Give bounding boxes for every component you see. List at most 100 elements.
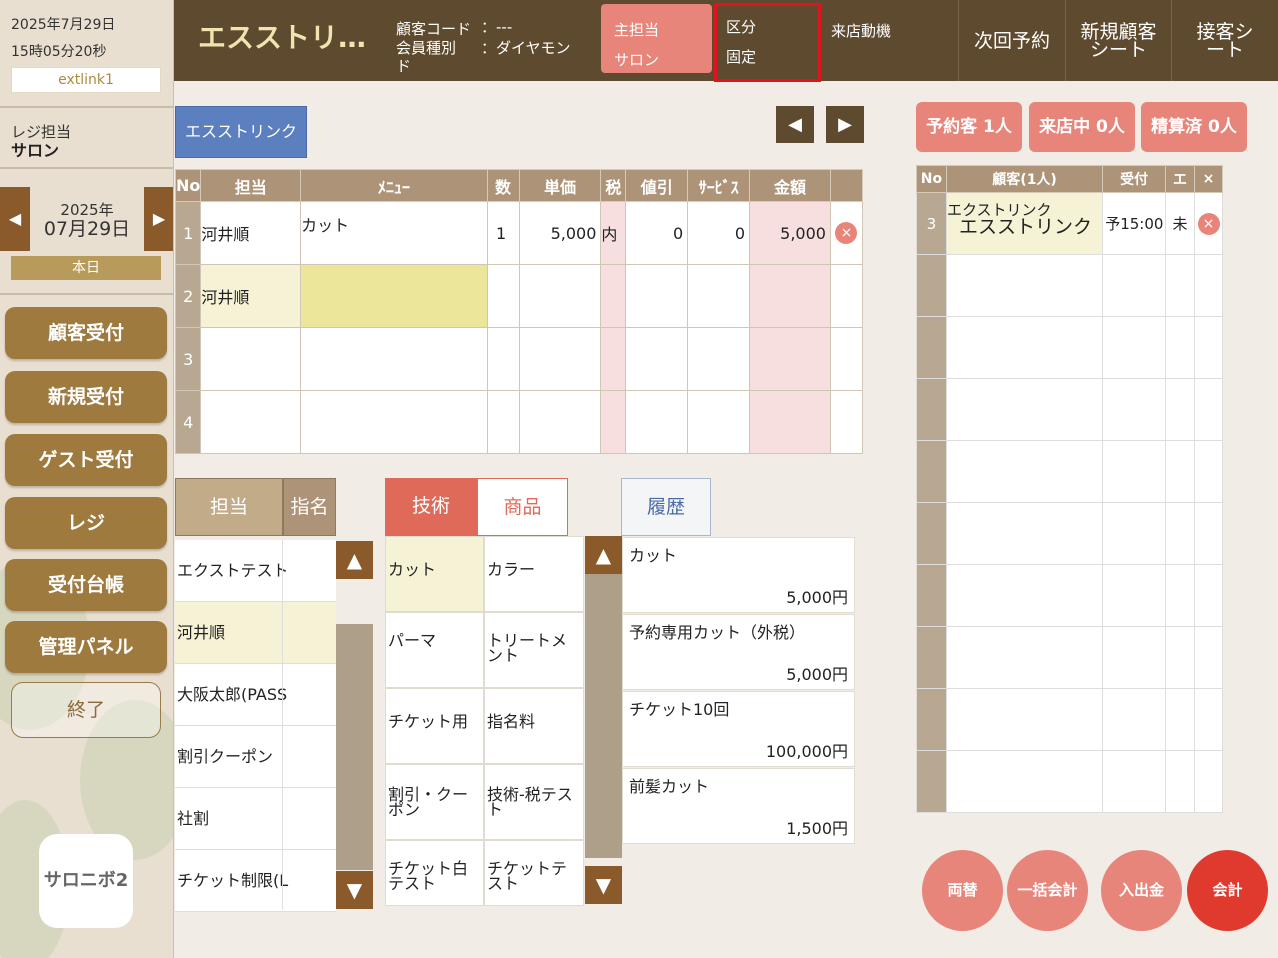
in-store-count-badge[interactable]: 来店中 0人 [1029, 102, 1135, 152]
row-price[interactable] [518, 264, 602, 328]
row-menu[interactable] [300, 264, 488, 328]
exchange-button[interactable]: 両替 [922, 850, 1003, 931]
row-tax[interactable] [600, 327, 627, 391]
menu-item[interactable]: 技術-税テスト [484, 764, 584, 840]
settled-count-badge[interactable]: 精算済 0人 [1141, 102, 1247, 152]
row-service[interactable]: 0 [687, 201, 751, 265]
row-menu[interactable]: カット [300, 201, 488, 265]
menu-item[interactable]: チケット用 [385, 688, 484, 764]
queue-row-customer[interactable]: エクストリンク エスストリンク [945, 192, 1104, 255]
row-qty[interactable] [486, 264, 520, 328]
history-item[interactable]: 予約専用カット（外税） 5,000円 [622, 614, 855, 690]
menu-scroll-down-button[interactable]: ▼ [585, 866, 622, 904]
menu-scrollbar[interactable] [585, 574, 622, 858]
customer-reception-button[interactable]: 顧客受付 [5, 307, 167, 359]
row-no: 4 [174, 390, 202, 454]
row-staff[interactable] [200, 327, 302, 391]
reception-ledger-button[interactable]: 受付台帳 [5, 559, 167, 611]
main-staff-box[interactable]: 主担当 サロン [601, 4, 712, 73]
queue-row-no [916, 750, 947, 813]
tab-staff[interactable]: 担当 [175, 478, 283, 536]
menu-item[interactable]: チケット白テスト [385, 840, 484, 906]
table-row[interactable]: 3 [174, 327, 864, 391]
prev-page-button[interactable]: ◀ [776, 106, 814, 143]
tab-gijutsu[interactable]: 技術 [385, 478, 477, 536]
ext-link[interactable]: extlink1 [11, 67, 161, 93]
staff-scrollbar[interactable] [336, 624, 373, 870]
row-service[interactable] [687, 327, 751, 391]
customer-code-label: 顧客コード [396, 20, 472, 38]
visit-motive-label[interactable]: 来店動機 [831, 20, 891, 41]
table-row[interactable]: 1 河井順 カット 1 5,000 内 0 0 5,000 × [174, 201, 864, 265]
row-staff[interactable]: 河井順 [200, 201, 302, 265]
staff-item[interactable]: 割引クーポン [175, 726, 336, 788]
queue-empty-cell [945, 440, 1104, 503]
queue-row[interactable]: 3 エクストリンク エスストリンク 予15:00 未 × [916, 192, 1223, 255]
staff-item[interactable]: エクストテスト [175, 540, 336, 602]
tab-history[interactable]: 履歴 [621, 478, 711, 536]
end-button[interactable]: 終了 [11, 682, 161, 738]
menu-scroll-up-button[interactable]: ▲ [585, 536, 622, 574]
staff-scroll-up-button[interactable]: ▲ [336, 541, 373, 579]
row-service[interactable] [687, 264, 751, 328]
tab-shimei[interactable]: 指名 [283, 478, 336, 536]
guest-reception-button[interactable]: ゲスト受付 [5, 434, 167, 486]
row-price[interactable] [518, 327, 602, 391]
row-tax[interactable] [600, 390, 627, 454]
next-reservation-button[interactable]: 次回予約 [958, 0, 1065, 81]
row-tax[interactable]: 内 [600, 201, 627, 265]
staff-scroll-down-button[interactable]: ▼ [336, 871, 373, 909]
next-page-button[interactable]: ▶ [826, 106, 864, 143]
today-button[interactable]: 本日 [11, 256, 161, 280]
cash-in-out-button[interactable]: 入出金 [1101, 850, 1182, 931]
menu-item[interactable]: 割引・クーポン [385, 764, 484, 840]
history-item[interactable]: チケット10回 100,000円 [622, 691, 855, 767]
row-tax[interactable] [600, 264, 627, 328]
row-discount[interactable] [625, 390, 689, 454]
next-day-button[interactable]: ▶ [144, 187, 173, 251]
tab-shohin[interactable]: 商品 [477, 478, 568, 536]
table-row[interactable]: 2 河井順 [174, 264, 864, 328]
row-discount[interactable] [625, 264, 689, 328]
staff-item[interactable]: 河井順 [175, 602, 336, 664]
row-discount[interactable]: 0 [625, 201, 689, 265]
row-discount[interactable] [625, 327, 689, 391]
menu-item[interactable]: 指名料 [484, 688, 584, 764]
menu-item[interactable]: カラー [484, 536, 584, 612]
menu-item[interactable]: パーマ [385, 612, 484, 688]
row-qty[interactable]: 1 [486, 201, 520, 265]
staff-item[interactable]: 大阪太郎(PASS [175, 664, 336, 726]
new-reception-button[interactable]: 新規受付 [5, 371, 167, 423]
category-box[interactable]: 区分 固定 [714, 3, 821, 82]
customer-tab[interactable]: エスストリンク [175, 106, 307, 158]
row-service[interactable] [687, 390, 751, 454]
row-qty[interactable] [486, 327, 520, 391]
row-staff[interactable]: 河井順 [200, 264, 302, 328]
menu-item[interactable]: チケットテスト [484, 840, 584, 906]
delete-row-button[interactable]: × [835, 222, 858, 244]
register-button[interactable]: レジ [5, 497, 167, 549]
history-item[interactable]: 前髪カット 1,500円 [622, 768, 855, 844]
new-customer-sheet-button[interactable]: 新規顧客シート [1065, 0, 1171, 81]
row-menu[interactable] [300, 390, 488, 454]
row-price[interactable]: 5,000 [518, 201, 602, 265]
staff-item[interactable]: チケット制限(L [175, 850, 336, 912]
checkout-button[interactable]: 会計 [1187, 850, 1268, 931]
row-menu[interactable] [300, 327, 488, 391]
reserved-count-badge[interactable]: 予約客 1人 [916, 102, 1022, 152]
prev-day-button[interactable]: ◀ [0, 187, 30, 251]
row-price[interactable] [518, 390, 602, 454]
service-sheet-button[interactable]: 接客シート [1171, 0, 1278, 81]
history-item[interactable]: カット 5,000円 [622, 537, 855, 613]
delete-queue-button[interactable]: × [1197, 213, 1220, 235]
menu-item[interactable]: トリートメント [484, 612, 584, 688]
row-amount: 5,000 [749, 201, 831, 265]
sidebar: 2025年7月29日 15時05分20秒 extlink1 レジ担当 サロン ◀… [0, 0, 174, 958]
table-row[interactable]: 4 [174, 390, 864, 454]
staff-item[interactable]: 社割 [175, 788, 336, 850]
bulk-checkout-button[interactable]: 一括会計 [1007, 850, 1088, 931]
row-qty[interactable] [486, 390, 520, 454]
row-staff[interactable] [200, 390, 302, 454]
admin-panel-button[interactable]: 管理パネル [5, 621, 167, 673]
menu-item[interactable]: カット [385, 536, 484, 612]
